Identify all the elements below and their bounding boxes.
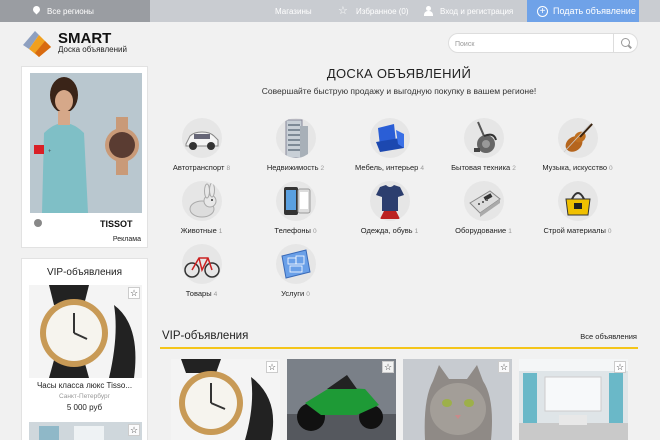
cash-register-icon xyxy=(463,181,504,221)
vip-item-title[interactable]: Часы класса люкс Tisso... xyxy=(22,381,147,390)
vip-item-price: 5 000 руб xyxy=(66,403,103,412)
category-count: 8 xyxy=(226,165,231,172)
category-item[interactable]: Автотранспорт 8 xyxy=(154,118,249,172)
vacuum-icon xyxy=(463,118,504,158)
category-item[interactable]: Услуги 0 xyxy=(248,244,343,298)
page-title: ДОСКА ОБЪЯВЛЕНИЙ xyxy=(326,66,472,81)
building-icon xyxy=(275,118,316,158)
violin-icon xyxy=(557,118,598,158)
favorite-star-icon[interactable]: ☆ xyxy=(382,361,394,373)
tshirt-icon xyxy=(369,181,410,221)
category-item[interactable]: Одежда, обувь 1 xyxy=(342,181,437,235)
page-subtitle: Совершайте быструю продажу и выгодную по… xyxy=(261,86,537,96)
region-selector[interactable]: Все регионы xyxy=(0,0,150,22)
post-ad-label: Подать объявление xyxy=(553,6,636,16)
car-icon xyxy=(181,118,222,158)
blueprint-icon xyxy=(275,244,316,284)
vip-divider xyxy=(160,347,638,349)
plus-icon: + xyxy=(537,5,548,17)
category-label: Оборудование xyxy=(455,226,507,235)
category-label: Товары xyxy=(185,289,212,298)
favorite-star-icon[interactable]: ☆ xyxy=(266,361,278,373)
category-label: Автотранспорт xyxy=(172,163,225,172)
armchair-icon xyxy=(369,118,410,158)
category-item[interactable]: Оборудование 1 xyxy=(436,181,531,235)
category-label: Животные xyxy=(180,226,217,235)
vip-item-city: Санкт-Петербург xyxy=(59,393,110,400)
category-item[interactable]: Животные 1 xyxy=(154,181,249,235)
category-count: 0 xyxy=(607,228,612,235)
category-label: Телефоны xyxy=(274,226,311,235)
category-count: 2 xyxy=(512,165,516,172)
vip-item-image-2[interactable] xyxy=(29,422,142,440)
favorite-star-icon[interactable]: ☆ xyxy=(128,287,140,299)
shops-link[interactable]: Магазины xyxy=(275,0,312,22)
category-item[interactable]: Товары 4 xyxy=(154,244,249,298)
watch-image xyxy=(171,359,280,440)
category-item[interactable]: Музыка, искусство 0 xyxy=(530,118,625,172)
vip-card-motorcycle[interactable]: ☆ xyxy=(287,359,396,440)
vip-item-image[interactable] xyxy=(29,285,142,378)
category-count: 2 xyxy=(320,165,325,172)
login-label: Вход и регистрация xyxy=(440,6,514,16)
category-count: 1 xyxy=(414,228,419,235)
category-label: Услуги xyxy=(281,289,305,298)
category-count: 0 xyxy=(306,291,310,298)
favorites-label: Избранное (0) xyxy=(356,6,409,16)
category-count: 4 xyxy=(213,291,218,298)
category-count: 4 xyxy=(420,165,424,172)
vip-card-interior[interactable]: ☆ xyxy=(519,359,628,440)
favorite-star-icon[interactable]: ☆ xyxy=(128,424,140,436)
logo-icon[interactable] xyxy=(21,27,53,59)
motorcycle-image xyxy=(287,359,396,440)
category-label: Бытовая техника xyxy=(451,163,511,172)
cat-image xyxy=(403,359,512,440)
category-count: 0 xyxy=(609,165,613,172)
category-item[interactable]: Бытовая техника 2 xyxy=(436,118,531,172)
category-item[interactable]: Телефоны 0 xyxy=(248,181,343,235)
star-icon: ☆ xyxy=(338,4,348,17)
category-count: 1 xyxy=(218,228,223,235)
category-label: Одежда, обувь xyxy=(360,226,413,235)
ad-banner-image: + TISSOT xyxy=(30,73,142,235)
category-label: Мебель, интерьер xyxy=(355,163,419,172)
bicycle-icon xyxy=(181,244,222,284)
post-ad-button[interactable]: + Подать объявление xyxy=(527,0,639,22)
favorite-star-icon[interactable]: ☆ xyxy=(498,361,510,373)
category-count: 1 xyxy=(508,228,512,235)
category-item[interactable]: Недвижимость 2 xyxy=(248,118,343,172)
search-input[interactable] xyxy=(455,38,605,50)
tools-icon xyxy=(557,181,598,221)
sidebar-ad[interactable]: + TISSOT Реклама xyxy=(21,66,148,248)
search-box xyxy=(448,33,638,53)
shops-label: Магазины xyxy=(275,6,312,16)
search-icon[interactable] xyxy=(613,34,637,52)
sidebar-vip-title: VIP-объявления xyxy=(46,267,123,278)
category-label: Недвижимость xyxy=(266,163,319,172)
vip-card-cat[interactable]: ☆ xyxy=(403,359,512,440)
svg-text:TISSOT: TISSOT xyxy=(100,219,133,229)
region-label: Все регионы xyxy=(47,6,94,16)
user-icon xyxy=(424,6,433,16)
phone-icon xyxy=(275,181,316,221)
category-item[interactable]: Строй материалы 0 xyxy=(530,181,625,235)
ad-label: Реклама xyxy=(112,236,141,243)
category-item[interactable]: Мебель, интерьер 4 xyxy=(342,118,437,172)
interior-image xyxy=(519,359,628,440)
vip-section-title: VIP-объявления xyxy=(162,330,249,342)
vip-card-watch[interactable]: ☆ xyxy=(171,359,280,440)
brand-tagline: Доска объявлений xyxy=(58,45,127,54)
all-ads-link[interactable]: Все объявления xyxy=(580,332,637,341)
rabbit-icon xyxy=(181,181,222,221)
favorites-link[interactable]: ☆ Избранное (0) xyxy=(338,0,409,22)
location-pin-icon xyxy=(31,4,42,15)
favorite-star-icon[interactable]: ☆ xyxy=(614,361,626,373)
category-label: Музыка, искусство xyxy=(542,163,608,172)
sidebar-vip-block: VIP-объявления ☆ Часы класса люкс Tisso.… xyxy=(21,258,148,440)
category-count: 0 xyxy=(312,228,317,235)
login-link[interactable]: Вход и регистрация xyxy=(424,0,513,22)
category-label: Строй материалы xyxy=(543,226,606,235)
